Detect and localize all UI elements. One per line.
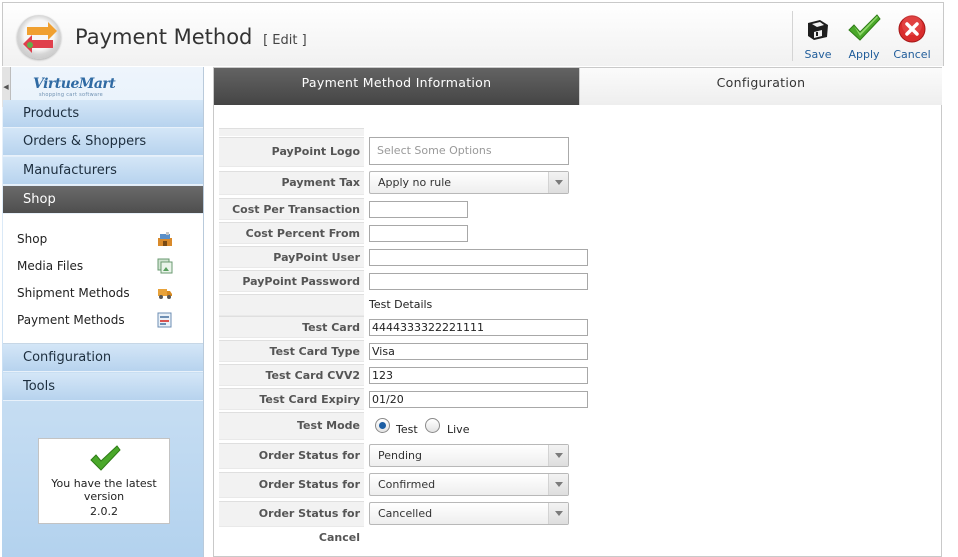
chevron-down-icon bbox=[548, 503, 568, 524]
form-row-paypoint-logo: PayPoint Logo Select Some Options bbox=[219, 137, 819, 167]
tab-payment-method-information[interactable]: Payment Method Information bbox=[214, 68, 579, 105]
sidebar-item-manufacturers[interactable]: Manufacturers bbox=[3, 157, 203, 185]
label-test-card: Test Card bbox=[219, 316, 364, 338]
cancel-label: Cancel bbox=[893, 48, 931, 61]
label-paypoint-password: PayPoint Password bbox=[219, 270, 364, 292]
submenu-item-payment-methods[interactable]: Payment Methods bbox=[17, 309, 197, 331]
test-mode-label-test: Test bbox=[396, 423, 418, 436]
payment-tax-select[interactable]: Apply no rule bbox=[369, 171, 569, 194]
test-mode-label-live: Live bbox=[447, 423, 470, 436]
cancel-icon bbox=[898, 15, 926, 43]
order-status-cancel-value: Cancelled bbox=[378, 507, 433, 520]
form-row-status-pending: Order Status for Pending Pending bbox=[219, 443, 819, 486]
test-card-input[interactable]: 4444333322221111 bbox=[369, 319, 588, 336]
version-message: You have the latest version bbox=[51, 477, 157, 503]
checkmark-icon bbox=[848, 14, 881, 41]
header-bar: Payment Method [ Edit ] Save Apply Cance… bbox=[2, 2, 944, 66]
label-payment-tax: Payment Tax bbox=[219, 171, 364, 195]
submenu-label-media-files: Media Files bbox=[17, 259, 84, 273]
label-test-mode: Test Mode bbox=[219, 412, 364, 440]
label-test-details-empty bbox=[219, 294, 364, 316]
sidebar-item-tools[interactable]: Tools bbox=[3, 373, 203, 401]
version-number: 2.0.2 bbox=[90, 505, 118, 518]
order-status-success-select[interactable]: Confirmed bbox=[369, 473, 569, 496]
payment-method-logo-icon bbox=[17, 15, 61, 59]
chevron-down-icon bbox=[548, 445, 568, 466]
floppy-disk-icon bbox=[808, 20, 828, 40]
sidebar-item-products[interactable]: Products bbox=[3, 100, 203, 128]
form-spacer-cell bbox=[219, 128, 364, 136]
label-test-card-expiry: Test Card Expiry bbox=[219, 388, 364, 410]
save-button[interactable]: Save bbox=[797, 11, 839, 63]
order-status-pending-select[interactable]: Pending bbox=[369, 444, 569, 467]
submenu-label-shop: Shop bbox=[17, 232, 48, 246]
apply-label: Apply bbox=[848, 48, 880, 61]
submenu-item-shop[interactable]: Shop bbox=[17, 228, 197, 250]
page-subtitle: [ Edit ] bbox=[263, 33, 307, 48]
virtuemart-logo-tagline: shopping cart software bbox=[39, 92, 103, 98]
test-card-type-input[interactable]: Visa bbox=[369, 343, 588, 360]
payment-methods-icon bbox=[157, 312, 172, 328]
virtuemart-logo: VirtueMart shopping cart software bbox=[33, 76, 116, 100]
submenu-item-media-files[interactable]: Media Files bbox=[17, 255, 197, 277]
toolbar-divider bbox=[792, 11, 793, 61]
label-paypoint-logo: PayPoint Logo bbox=[219, 137, 364, 167]
test-details-heading: Test Details bbox=[369, 298, 433, 311]
submenu-label-shipment-methods: Shipment Methods bbox=[17, 286, 130, 300]
label-test-card-cvv2: Test Card CVV2 bbox=[219, 364, 364, 386]
label-test-card-type: Test Card Type bbox=[219, 340, 364, 362]
test-card-cvv2-input[interactable]: 123 bbox=[369, 367, 588, 384]
order-status-pending-value: Pending bbox=[378, 449, 422, 462]
cost-per-transaction-input[interactable] bbox=[369, 201, 468, 218]
chevron-down-icon bbox=[548, 172, 568, 193]
save-label: Save bbox=[804, 48, 832, 61]
form-row-status-cancel: Order Status for Cancel Cancelled bbox=[219, 501, 819, 544]
order-status-success-value: Confirmed bbox=[378, 478, 436, 491]
sidebar-item-configuration[interactable]: Configuration bbox=[3, 344, 203, 372]
label-order-status-cancel: Order Status for Cancel bbox=[219, 501, 364, 544]
paypoint-user-input[interactable] bbox=[369, 249, 588, 266]
submenu-item-shipment-methods[interactable]: Shipment Methods bbox=[17, 282, 197, 304]
sidebar-item-orders-shoppers[interactable]: Orders & Shoppers bbox=[3, 128, 203, 156]
label-order-status-success: Order Status for Success bbox=[219, 472, 364, 515]
label-cost-percent-from-total: Cost Percent From Total bbox=[219, 222, 364, 262]
tab-configuration[interactable]: Configuration bbox=[579, 68, 942, 105]
sidebar-item-shop[interactable]: Shop bbox=[3, 186, 203, 214]
chevron-down-icon bbox=[548, 474, 568, 495]
truck-icon bbox=[158, 289, 172, 299]
shop-submenu: Shop Media Files Shipment Methods Paymen… bbox=[3, 214, 203, 344]
label-order-status-pending: Order Status for Pending bbox=[219, 443, 364, 486]
apply-button[interactable]: Apply bbox=[843, 11, 885, 63]
paypoint-password-input[interactable] bbox=[369, 273, 588, 290]
shop-icon bbox=[158, 232, 172, 246]
form-row-payment-tax: Payment Tax Apply no rule bbox=[219, 171, 819, 195]
paypoint-logo-multiselect[interactable]: Select Some Options bbox=[369, 137, 569, 165]
submenu-label-payment-methods: Payment Methods bbox=[17, 313, 125, 327]
media-files-icon bbox=[157, 258, 173, 274]
test-mode-radio-test[interactable] bbox=[375, 418, 390, 433]
virtuemart-logo-text: VirtueMart bbox=[33, 76, 116, 92]
page-title: Payment Method [ Edit ] bbox=[75, 25, 307, 49]
label-cost-per-transaction: Cost Per Transaction bbox=[219, 198, 364, 220]
cost-percent-input[interactable] bbox=[369, 225, 468, 242]
form-row-test-mode: Test Mode Test Live bbox=[219, 412, 819, 440]
chevron-left-icon: ◀ bbox=[3, 83, 9, 91]
form-row-status-success: Order Status for Success Confirmed bbox=[219, 472, 819, 515]
cancel-button[interactable]: Cancel bbox=[891, 11, 933, 63]
test-mode-radio-live[interactable] bbox=[425, 418, 440, 433]
order-status-cancel-select[interactable]: Cancelled bbox=[369, 502, 569, 525]
version-status-box: You have the latest version 2.0.2 bbox=[38, 438, 170, 524]
checkmark-icon bbox=[90, 445, 121, 471]
test-card-expiry-input[interactable]: 01/20 bbox=[369, 391, 588, 408]
payment-tax-value: Apply no rule bbox=[378, 176, 452, 189]
page-title-text: Payment Method bbox=[75, 25, 253, 49]
label-paypoint-user: PayPoint User bbox=[219, 246, 364, 268]
